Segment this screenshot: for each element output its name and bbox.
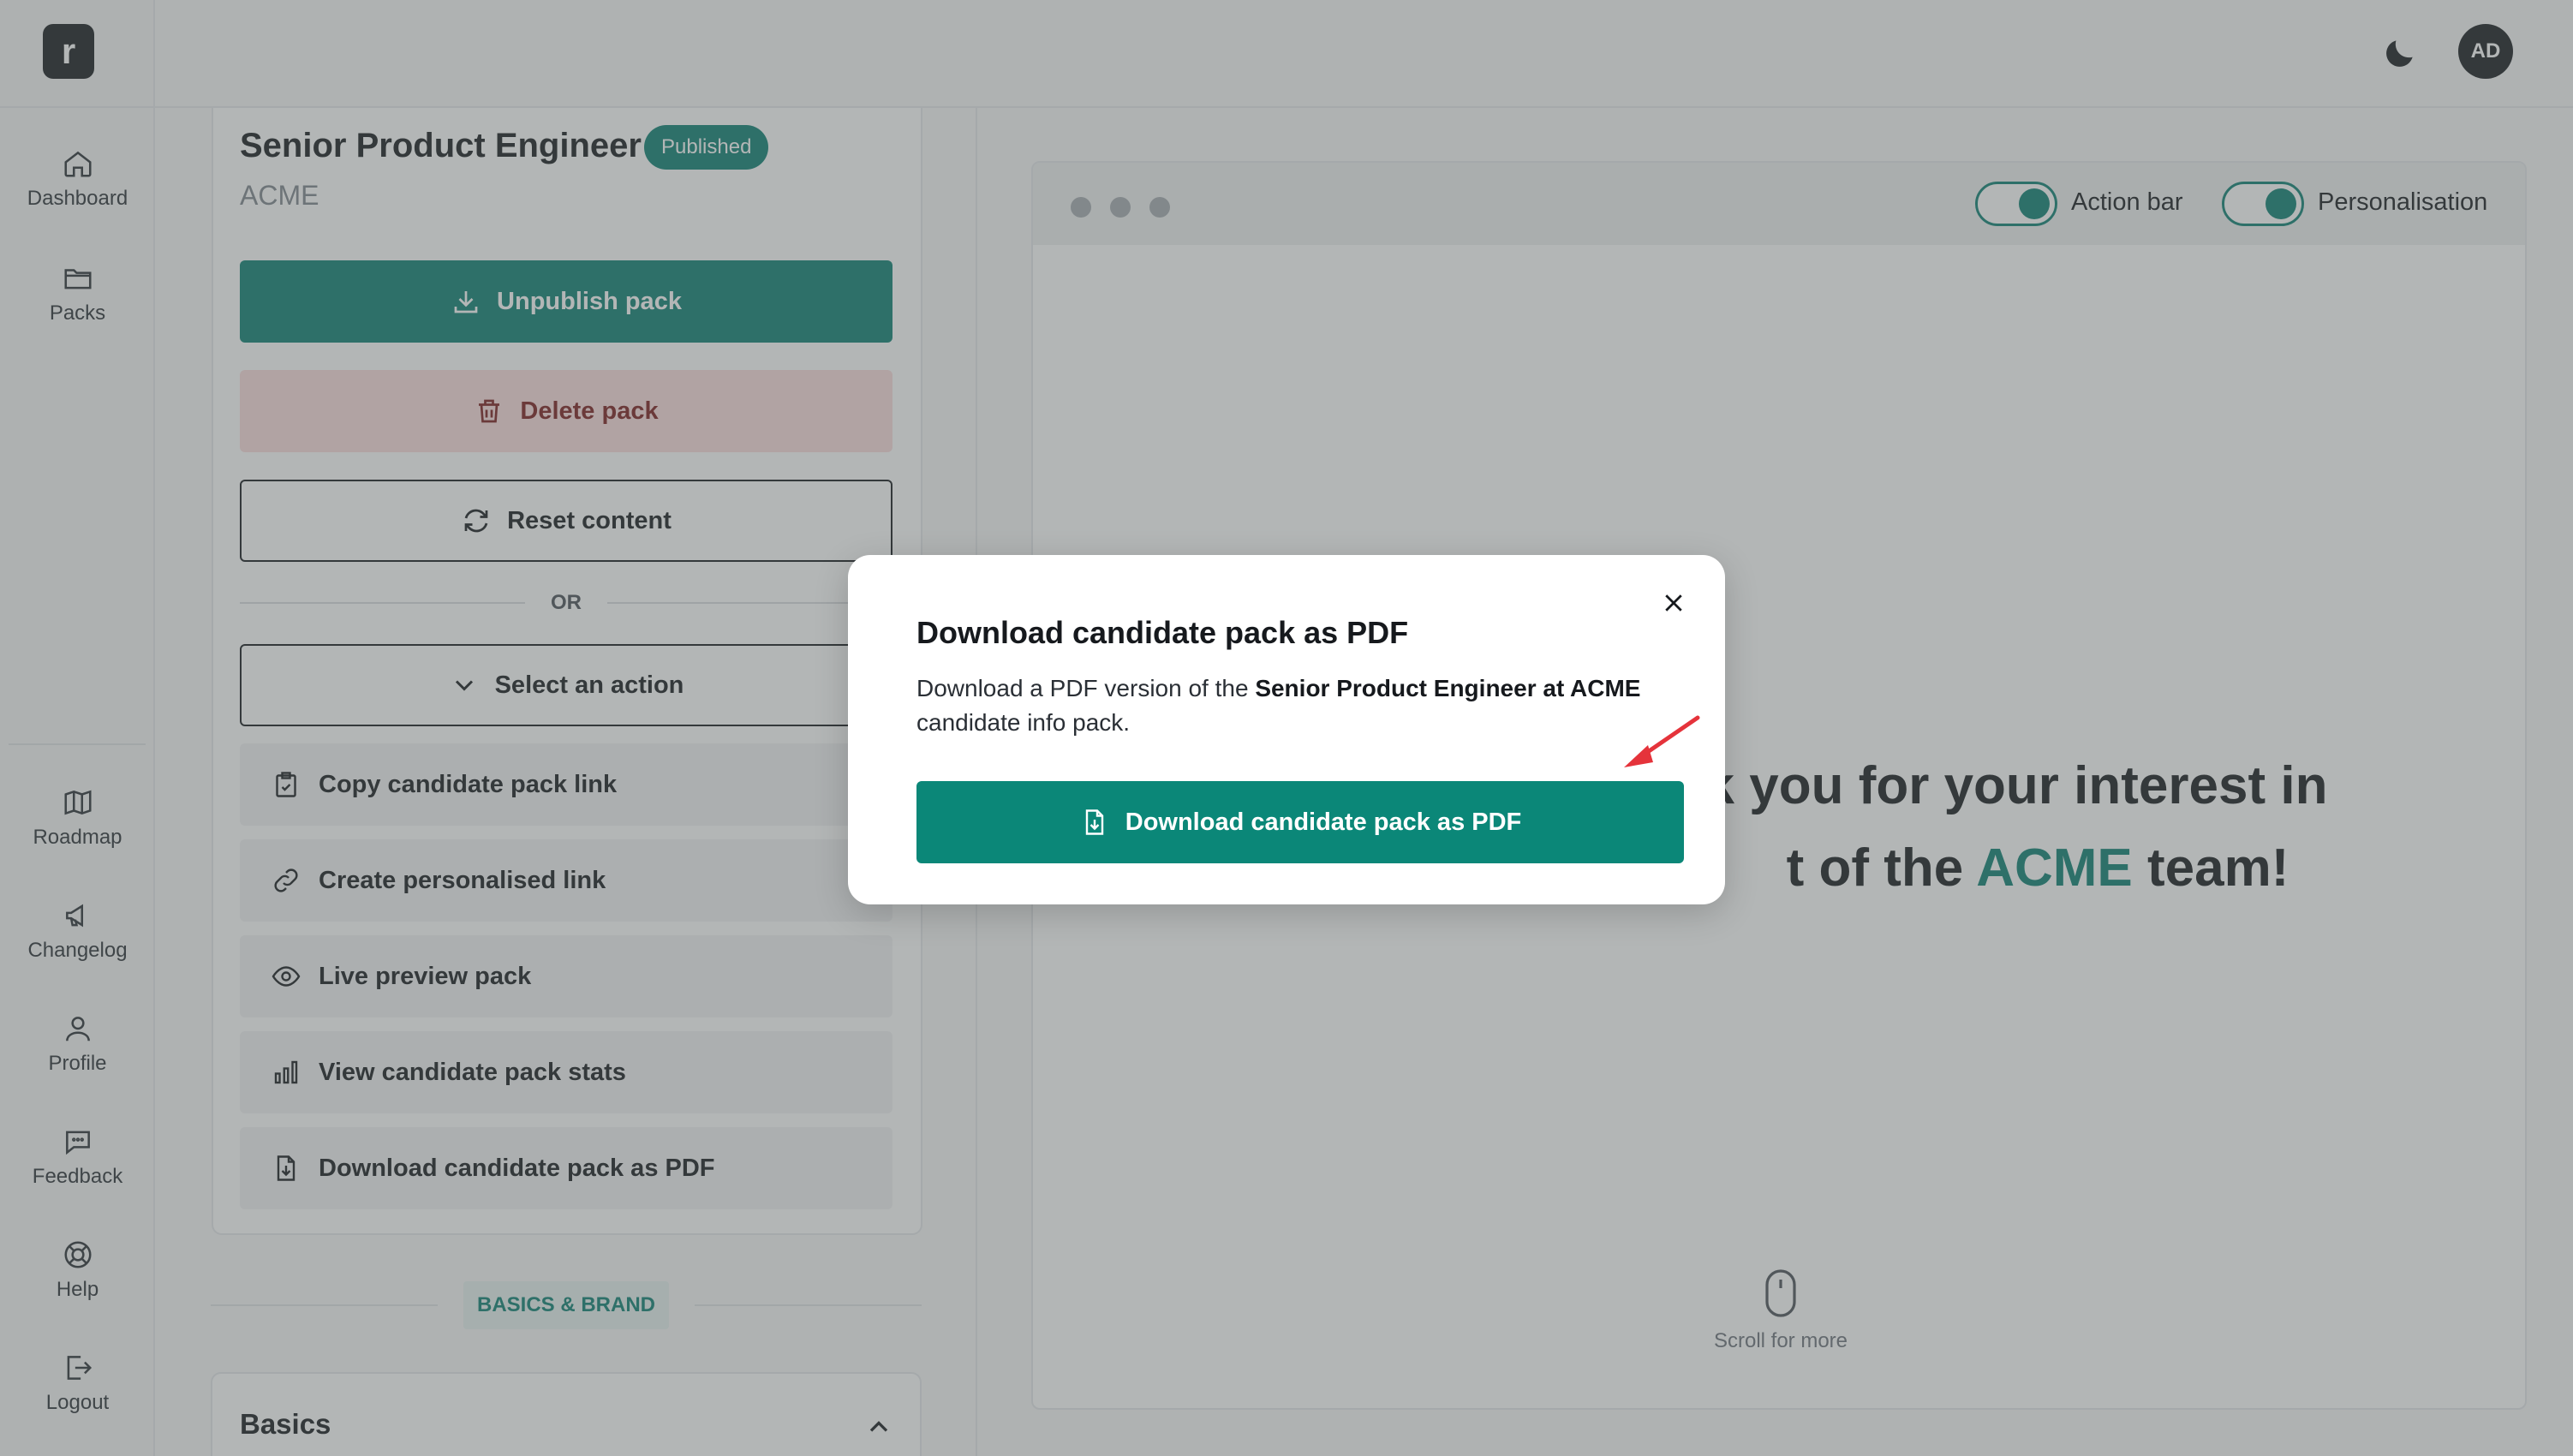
download-pdf-modal: Download candidate pack as PDF Download … bbox=[848, 555, 1725, 904]
modal-text-bold: Senior Product Engineer at ACME bbox=[1255, 675, 1641, 701]
file-download-icon bbox=[1085, 809, 1103, 835]
close-button[interactable] bbox=[1653, 582, 1694, 624]
modal-description: Download a PDF version of the Senior Pro… bbox=[916, 671, 1670, 740]
annotation-arrow-icon bbox=[1624, 715, 1700, 767]
modal-title: Download candidate pack as PDF bbox=[916, 615, 1409, 650]
modal-text-end: candidate info pack. bbox=[916, 709, 1131, 736]
download-pdf-button[interactable]: Download candidate pack as PDF bbox=[916, 781, 1684, 863]
modal-text-start: Download a PDF version of the bbox=[916, 675, 1256, 701]
download-pdf-button-label: Download candidate pack as PDF bbox=[1125, 808, 1522, 836]
close-icon bbox=[1665, 594, 1682, 612]
